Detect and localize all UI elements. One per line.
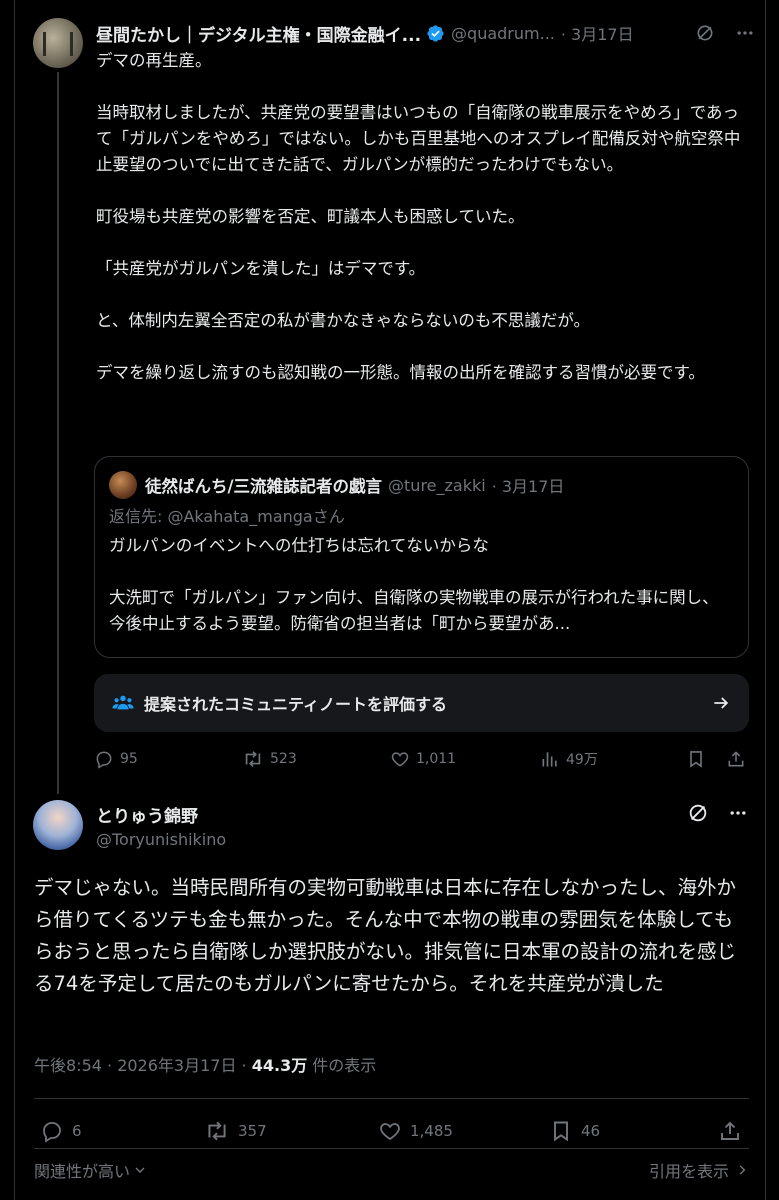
- repost-button[interactable]: 523: [242, 744, 297, 774]
- quoted-line: 大洗町で「ガルパン」ファン向け、自衛隊の実物戦車の展示が行われた事に関し、今後中…: [109, 588, 719, 633]
- more-options-icon[interactable]: [727, 802, 749, 824]
- reply-button[interactable]: 6: [40, 1116, 82, 1146]
- quoted-line: ガルパンのイベントへの仕打ちは忘れてないからな: [109, 536, 489, 555]
- post-body: デマの再生産。 当時取材しましたが、共産党の要望書はいつもの「自衛隊の戦車展示を…: [96, 48, 746, 386]
- post-header: 昼間たかし｜デジタル主権・国際金融イ... @quadrum... · 3月17…: [96, 20, 756, 46]
- views-count: 49万: [566, 752, 598, 768]
- like-button[interactable]: 1,011: [390, 744, 456, 774]
- bookmark-icon: [690, 751, 702, 768]
- quoted-post[interactable]: 徒然ばんち/三流雑誌記者の戯言 @ture_zakki · 3月17日 返信先:…: [94, 456, 749, 658]
- people-icon: [112, 695, 134, 710]
- share-button[interactable]: [718, 1116, 742, 1146]
- repost-count: 357: [238, 1122, 267, 1140]
- avatar[interactable]: [33, 800, 83, 850]
- thread-connector-line: [57, 72, 59, 794]
- post-paragraph: と、体制内左翼全否定の私が書かなきゃならないのも不思議だが。: [96, 311, 591, 330]
- author-handle[interactable]: @Toryunishikino: [96, 830, 226, 849]
- analytics-icon: [542, 752, 557, 767]
- post-body: デマじゃない。当時民間所有の実物可動戦車は日本に存在しなかったし、海外から借りて…: [34, 876, 737, 995]
- bookmark-button[interactable]: 46: [549, 1116, 600, 1146]
- view-quotes-label: 引用を表示: [648, 1162, 729, 1181]
- like-count: 1,485: [410, 1122, 453, 1140]
- avatar[interactable]: [33, 18, 83, 68]
- reply-count: 6: [72, 1122, 82, 1140]
- reply-count: 95: [120, 751, 138, 767]
- views-button[interactable]: 49万: [540, 744, 598, 774]
- author-name[interactable]: とりゅう錦野: [96, 802, 198, 827]
- bookmark-count: 46: [581, 1122, 601, 1140]
- views-total: 44.3万: [251, 1056, 308, 1075]
- reply-icon: [43, 1122, 61, 1143]
- sort-dropdown[interactable]: 関連性が高い: [34, 1158, 148, 1182]
- repost-icon: [245, 751, 261, 767]
- more-options-icon[interactable]: [734, 22, 756, 44]
- arrow-right-icon: [714, 697, 729, 709]
- bookmark-icon: [554, 1121, 568, 1142]
- post-paragraph: 町役場も共産党の影響を否定、町議本人も困惑していた。: [96, 207, 525, 226]
- post-actions: 6 357 1,485 46: [34, 1116, 749, 1146]
- repost-count: 523: [270, 751, 297, 767]
- post-timestamp[interactable]: 午後8:54 · 2026年3月17日 ·: [34, 1056, 252, 1075]
- share-button[interactable]: [726, 744, 746, 774]
- bookmark-button[interactable]: [686, 744, 706, 774]
- heart-icon: [391, 752, 409, 767]
- like-button[interactable]: 1,485: [378, 1116, 453, 1146]
- verified-badge-icon: [427, 24, 444, 42]
- view-quotes-link[interactable]: 引用を表示: [649, 1158, 749, 1182]
- divider: [34, 1098, 749, 1099]
- quoted-avatar: [109, 471, 137, 499]
- heart-icon: [380, 1123, 400, 1141]
- community-note-button[interactable]: 提案されたコミュニティノートを評価する: [94, 674, 749, 732]
- sort-label: 関連性が高い: [34, 1162, 131, 1181]
- post-paragraph: デマの再生産。: [96, 51, 212, 70]
- repost-button[interactable]: 357: [204, 1116, 267, 1146]
- divider: [34, 1148, 749, 1149]
- quoted-author-name: 徒然ばんち/三流雑誌記者の戯言: [145, 477, 383, 496]
- chevron-down-icon: [135, 1167, 145, 1173]
- post-paragraph: 当時取材しましたが、共産党の要望書はいつもの「自衛隊の戦車展示をやめろ」であって…: [96, 103, 741, 174]
- chevron-right-icon: [739, 1165, 746, 1175]
- post-actions: 95 523 1,011 49万: [94, 744, 749, 774]
- author-name[interactable]: 昼間たかし｜デジタル主権・国際金融イ...: [96, 21, 421, 46]
- post-meta: 午後8:54 · 2026年3月17日 · 44.3万 件の表示: [34, 1052, 376, 1076]
- quoted-post-date: · 3月17日: [491, 477, 565, 496]
- share-icon: [728, 751, 744, 767]
- post-paragraph: 「共産党がガルパンを潰した」はデマです。: [96, 259, 426, 278]
- grok-icon[interactable]: [687, 802, 709, 824]
- views-label: 件の表示: [307, 1056, 377, 1075]
- quoted-text: ガルパンのイベントへの仕打ちは忘れてないからな 大洗町で「ガルパン」ファン向け、…: [109, 533, 734, 637]
- grok-icon[interactable]: [694, 22, 716, 44]
- quoted-author-handle: @ture_zakki: [388, 475, 486, 495]
- share-icon: [721, 1121, 739, 1140]
- author-handle[interactable]: @quadrum...: [451, 24, 555, 43]
- post-paragraph: デマを繰り返し流すのも認知戦の一形態。情報の出所を確認する習慣が必要です。: [96, 363, 705, 382]
- post-header-icons: [687, 802, 749, 824]
- reply-to-label: 返信先: @Akahata_mangaさん: [109, 507, 345, 526]
- post-date[interactable]: · 3月17日: [561, 21, 634, 45]
- like-count: 1,011: [416, 751, 457, 767]
- community-note-label: 提案されたコミュニティノートを評価する: [144, 695, 448, 714]
- reply-icon: [96, 751, 112, 769]
- repost-icon: [208, 1121, 226, 1141]
- reply-button[interactable]: 95: [94, 744, 138, 774]
